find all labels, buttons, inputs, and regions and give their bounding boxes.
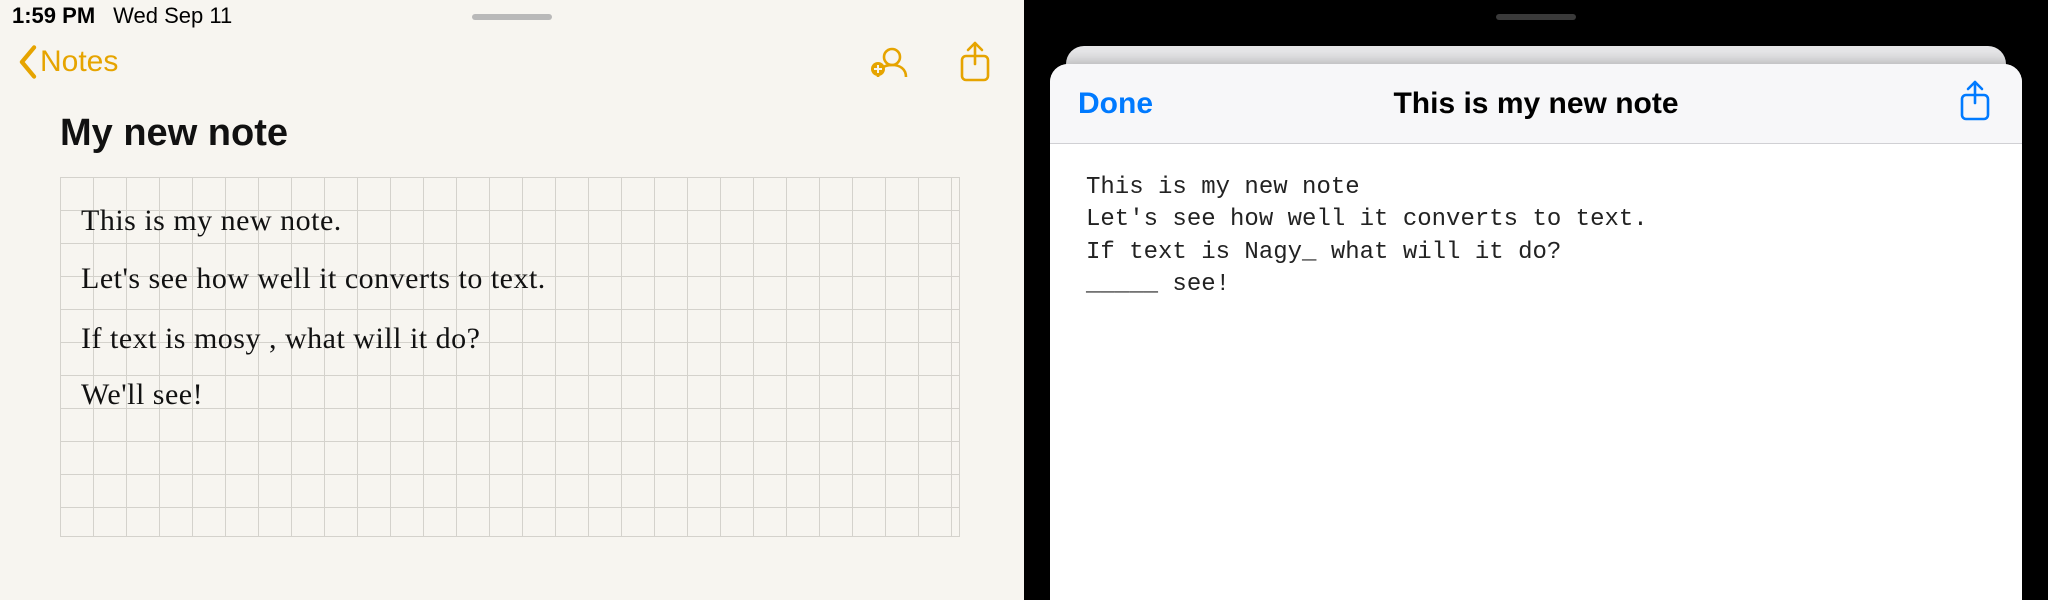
nav-actions — [868, 40, 1006, 84]
handwriting-line: This is my new note. — [81, 204, 342, 238]
chevron-left-icon — [18, 45, 38, 79]
back-button[interactable]: Notes — [18, 45, 118, 79]
share-icon — [1956, 79, 1994, 123]
status-time: 1:59 PM — [12, 3, 95, 29]
nav-bar: Notes — [0, 32, 1024, 92]
handwriting-canvas[interactable]: This is my new note. Let's see how well … — [60, 177, 960, 537]
done-button[interactable]: Done — [1078, 87, 1153, 121]
share-button[interactable] — [1956, 79, 1994, 128]
add-person-icon[interactable] — [868, 41, 910, 83]
share-icon[interactable] — [956, 40, 994, 84]
handwriting-line: We'll see! — [81, 378, 203, 412]
handwriting-line: If text is mosy , what will it do? — [81, 322, 480, 356]
multitask-handle[interactable] — [1496, 14, 1576, 20]
note-title: My new note — [60, 112, 964, 155]
multitask-handle[interactable] — [472, 14, 552, 20]
sheet-title: This is my new note — [1393, 87, 1678, 121]
sheet-header: Done This is my new note — [1050, 64, 2022, 144]
modal-sheet: Done This is my new note This is my new … — [1050, 64, 2022, 600]
handwriting-line: Let's see how well it converts to text. — [81, 262, 546, 296]
status-date: Wed Sep 11 — [113, 3, 232, 29]
note-content: My new note This is my new note. Let's s… — [0, 92, 1024, 537]
back-label: Notes — [40, 45, 118, 79]
notes-app: 1:59 PM Wed Sep 11 Notes — [0, 0, 1024, 600]
converted-text-app: Done This is my new note This is my new … — [1024, 0, 2048, 600]
converted-text[interactable]: This is my new note Let's see how well i… — [1050, 144, 2022, 330]
